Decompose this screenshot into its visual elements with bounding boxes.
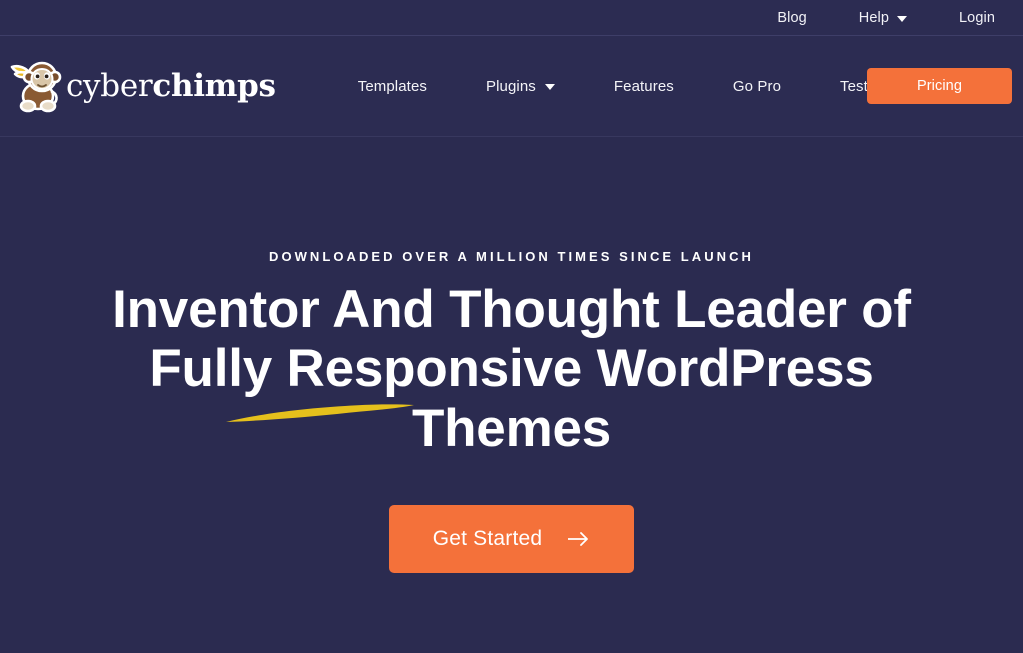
topbar-link-login-label: Login (959, 9, 995, 26)
topbar-link-help-label: Help (858, 9, 890, 26)
topbar-link-login[interactable]: Login (959, 10, 995, 26)
brand-wordmark-bold: chimps (152, 67, 276, 104)
nav-item-go-pro-label: Go Pro (732, 77, 782, 95)
nav-item-features-label: Features (613, 77, 674, 95)
brand-wordmark-light: cyber (66, 67, 153, 104)
main-header: cyberchimps Templates Plugins Features G… (0, 36, 1023, 137)
get-started-button[interactable]: Get Started (389, 505, 634, 574)
top-utility-bar: Blog Help Login (0, 0, 1023, 36)
pricing-button[interactable]: Pricing (867, 68, 1012, 104)
chevron-down-icon (544, 84, 555, 90)
topbar-link-help[interactable]: Help (858, 9, 908, 26)
nav-item-go-pro[interactable]: Go Pro (733, 68, 781, 105)
gold-underline-swoosh-icon (225, 404, 414, 422)
page-root: Blog Help Login cyberchimps Templates Pl… (0, 0, 1023, 653)
nav-item-plugins-label: Plugins (485, 77, 536, 95)
arrow-right-icon (568, 532, 589, 546)
hero-headline-line-1: Inventor And Thought Leader of (112, 280, 911, 339)
chevron-down-icon (897, 15, 908, 22)
hero-eyebrow: Downloaded over a million times since la… (269, 249, 754, 264)
topbar-link-blog[interactable]: Blog (777, 10, 806, 26)
chimp-mascot-icon (10, 61, 62, 113)
hero-section: Downloaded over a million times since la… (0, 138, 1023, 653)
nav-item-plugins[interactable]: Plugins (486, 68, 555, 105)
hero-headline: Inventor And Thought Leader of Fully Res… (112, 280, 912, 458)
nav-item-templates[interactable]: Templates (358, 68, 427, 105)
hero-headline-line-3: Themes (411, 398, 612, 458)
brand-logo-link[interactable]: cyberchimps (8, 55, 280, 117)
nav-item-features[interactable]: Features (614, 68, 674, 105)
get-started-label: Get Started (432, 527, 543, 551)
topbar-link-blog-label: Blog (777, 9, 807, 26)
hero-headline-line-2: Fully Responsive WordPress (149, 339, 874, 399)
brand-wordmark: cyberchimps (66, 67, 276, 104)
nav-item-templates-label: Templates (357, 77, 427, 95)
